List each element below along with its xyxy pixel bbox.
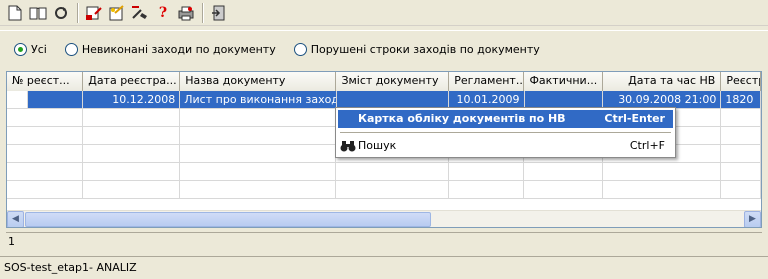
status-bar: SOS-test_etap1- ANALIZ [0, 256, 768, 279]
grid-header: № реєст... Дата реєстра... Назва докумен… [7, 72, 761, 91]
radio-button[interactable] [64, 43, 78, 56]
context-menu: Картка обліку документів по НВ Ctrl-Ente… [335, 107, 676, 158]
filter-all-radio[interactable]: Усі [14, 43, 47, 56]
filter-unfulfilled-radio[interactable]: Невиконані заходи по документу [64, 43, 276, 56]
refresh-icon[interactable] [50, 2, 72, 24]
horizontal-scrollbar[interactable]: ◀ ▶ [7, 210, 761, 227]
edit-record-icon[interactable] [106, 2, 128, 24]
toolbar: ? [0, 0, 768, 26]
scroll-right-icon[interactable]: ▶ [744, 210, 761, 227]
filter-tool-icon[interactable] [129, 2, 151, 24]
menu-item-label: Пошук [358, 139, 397, 152]
open-book-icon[interactable] [27, 2, 49, 24]
menu-item-search[interactable]: Пошук Ctrl+F [338, 137, 673, 155]
column-header-reg-number[interactable]: № реєст... [7, 72, 84, 91]
filter-all-label: Усі [31, 43, 47, 56]
column-header-doc-name[interactable]: Назва документу [180, 72, 337, 91]
exit-icon[interactable] [208, 2, 230, 24]
binoculars-icon [340, 139, 356, 159]
table-row [7, 181, 761, 199]
table-cell[interactable]: 10.12.2008 [83, 91, 181, 109]
table-cell[interactable]: 1820 [721, 91, 761, 109]
menu-item-document-card[interactable]: Картка обліку документів по НВ Ctrl-Ente… [338, 110, 673, 128]
row-indicator-cell [7, 91, 28, 109]
menu-item-label: Картка обліку документів по НВ [358, 112, 566, 125]
scroll-left-icon[interactable]: ◀ [7, 210, 24, 227]
radio-button[interactable] [293, 43, 307, 56]
column-header-reg-date[interactable]: Дата реєстра... [83, 72, 181, 91]
filter-overdue-label: Порушені строки заходів по документу [310, 43, 540, 56]
column-header-actual[interactable]: Фактични... [524, 72, 603, 91]
filter-bar: Усі Невиконані заходи по документу Поруш… [0, 30, 768, 68]
add-record-icon[interactable] [83, 2, 105, 24]
help-label: ? [158, 4, 168, 21]
column-header-doc-content[interactable]: Зміст документу [336, 72, 450, 91]
help-icon[interactable]: ? [152, 2, 174, 24]
toolbar-separator [77, 2, 79, 23]
menu-separator [340, 132, 671, 133]
new-document-icon[interactable] [4, 2, 26, 24]
menu-item-shortcut: Ctrl-Enter [604, 112, 665, 125]
table-row [7, 163, 761, 181]
column-header-regulation[interactable]: Регламент... [449, 72, 525, 91]
toolbar-separator [202, 2, 204, 23]
radio-button[interactable] [14, 43, 27, 56]
record-count: 1 [6, 232, 762, 250]
filter-unfulfilled-label: Невиконані заходи по документу [81, 43, 276, 56]
print-icon[interactable] [175, 2, 197, 24]
table-cell[interactable] [27, 91, 84, 109]
filter-overdue-radio[interactable]: Порушені строки заходів по документу [293, 43, 540, 56]
column-header-datetime[interactable]: Дата та час НВ [602, 72, 722, 91]
column-header-register[interactable]: Реєстр [721, 72, 761, 91]
table-cell[interactable]: Лист про виконання заходів [180, 91, 337, 109]
menu-item-shortcut: Ctrl+F [629, 139, 665, 152]
scroll-thumb[interactable] [25, 212, 431, 227]
